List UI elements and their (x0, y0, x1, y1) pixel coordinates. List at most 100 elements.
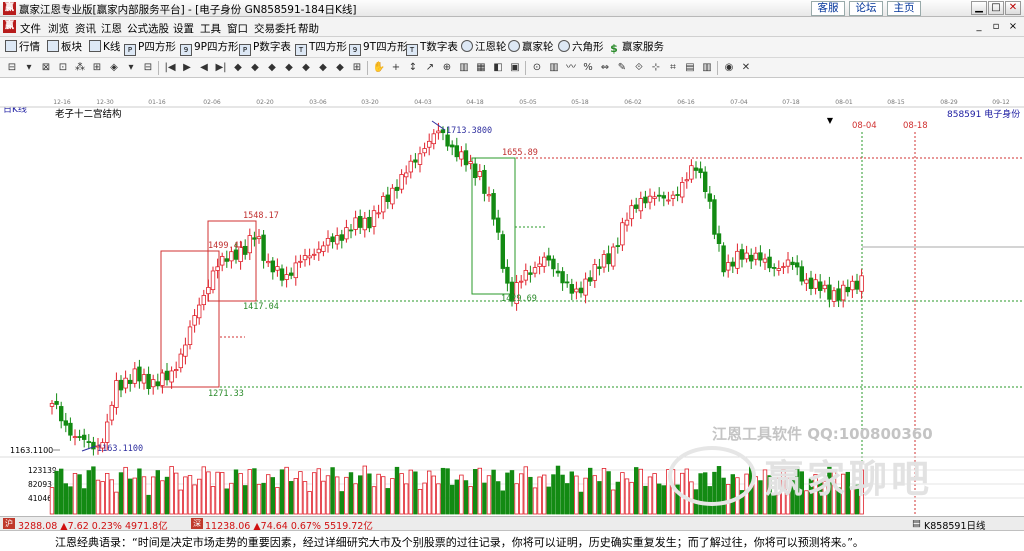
menu-window[interactable]: 窗口 (227, 21, 248, 36)
candle-body (417, 153, 423, 165)
draw-tool-14-icon[interactable]: ◆ (248, 61, 262, 75)
draw-tool-25-icon[interactable]: ⊕ (440, 61, 454, 75)
volume-bar (114, 491, 119, 515)
draw-tool-36-icon[interactable]: ⟐ (632, 61, 646, 75)
draw-tool-40-icon[interactable]: ▥ (700, 61, 714, 75)
toolbar-kline-button[interactable]: K线 (89, 40, 120, 55)
toolbar-sector-button[interactable]: 板块 (47, 40, 82, 55)
draw-tool-30-icon[interactable]: ⊙ (530, 61, 544, 75)
draw-tool-16-icon[interactable]: ◆ (282, 61, 296, 75)
draw-tool-34-icon[interactable]: ⇔ (598, 61, 612, 75)
menu-info[interactable]: 资讯 (75, 21, 96, 36)
mdi-minimize-button[interactable]: _ (971, 19, 987, 34)
draw-tool-8-icon[interactable]: ⊟ (141, 61, 155, 75)
draw-tool-27-icon[interactable]: ▦ (474, 61, 488, 75)
draw-tool-15-icon[interactable]: ◆ (265, 61, 279, 75)
draw-tool-6-icon[interactable]: ◈ (107, 61, 121, 75)
menu-file[interactable]: 文件 (20, 21, 41, 36)
toolbar-service-button[interactable]: $ 赢家服务 (608, 40, 664, 55)
menu-trade[interactable]: 交易委托 (254, 21, 296, 36)
volume-bar (146, 494, 151, 515)
candle-body (298, 260, 303, 263)
draw-tool-32-icon[interactable]: 〰 (564, 61, 578, 75)
forum-link[interactable]: 论坛 (849, 1, 883, 16)
draw-tool-26-icon[interactable]: ▥ (457, 61, 471, 75)
draw-tool-38-icon[interactable]: ⌗ (666, 61, 680, 75)
candle-body (293, 262, 298, 279)
volume-bar (95, 479, 101, 515)
draw-tool-12-icon[interactable]: ▶| (214, 61, 228, 75)
sh-index-icon: 沪 (3, 518, 15, 529)
draw-tool-23-icon[interactable]: ↕ (406, 61, 420, 75)
draw-tool-9-icon[interactable]: |◀ (163, 61, 177, 75)
volume-bar (91, 466, 96, 515)
toolbar-t-table-button[interactable]: T T数字表 (406, 40, 458, 56)
toolbar-gann-wheel-button[interactable]: 江恩轮 (461, 40, 507, 55)
volume-bar (537, 476, 542, 515)
draw-tool-17-icon[interactable]: ◆ (299, 61, 313, 75)
draw-tool-13-icon[interactable]: ◆ (231, 61, 245, 75)
minimize-button[interactable]: ▁ (971, 1, 987, 15)
draw-tool-39-icon[interactable]: ▤ (683, 61, 697, 75)
mdi-restore-button[interactable]: ▫ (988, 19, 1004, 34)
draw-tool-1-icon[interactable]: ▾ (22, 61, 36, 75)
draw-tool-28-icon[interactable]: ◧ (491, 61, 505, 75)
home-link[interactable]: 主页 (887, 1, 921, 16)
maximize-button[interactable]: □ (988, 1, 1004, 15)
volume-bar (436, 483, 441, 515)
date-tick: 03-20 (361, 99, 379, 106)
draw-tool-41-icon[interactable]: ◉ (722, 61, 736, 75)
toolbar-separator (367, 61, 368, 75)
draw-tool-33-icon[interactable]: % (581, 61, 595, 75)
toolbar-quotes-button[interactable]: 行情 (5, 40, 40, 55)
candle-body (486, 194, 492, 197)
draw-tool-20-icon[interactable]: ⊞ (350, 61, 364, 75)
draw-tool-11-icon[interactable]: ◀ (197, 61, 211, 75)
menu-settings[interactable]: 设置 (173, 21, 194, 36)
toolbar-p-square-button[interactable]: P P四方形 (124, 40, 176, 56)
date-tick: 06-02 (624, 99, 642, 106)
candle-body (68, 422, 73, 436)
volume-bar (307, 491, 312, 515)
volume-bar (500, 490, 505, 515)
draw-tool-3-icon[interactable]: ⊡ (56, 61, 70, 75)
toolbar-p-table-button[interactable]: P P数字表 (239, 40, 291, 56)
customer-service-link[interactable]: 客服 (811, 1, 845, 16)
toolbar-hexagon-button[interactable]: 六角形 (558, 40, 604, 55)
draw-tool-42-icon[interactable]: ✕ (739, 61, 753, 75)
draw-tool-10-icon[interactable]: ▶ (180, 61, 194, 75)
kline-icon (89, 40, 101, 52)
draw-tool-2-icon[interactable]: ⊠ (39, 61, 53, 75)
draw-tool-7-icon[interactable]: ▾ (124, 61, 138, 75)
close-button[interactable]: ✕ (1005, 1, 1021, 15)
draw-tool-35-icon[interactable]: ✎ (615, 61, 629, 75)
toolbar-t-square-button[interactable]: T T四方形 (295, 40, 347, 56)
candle-body (247, 235, 252, 254)
draw-tool-5-icon[interactable]: ⊞ (90, 61, 104, 75)
draw-tool-21-icon[interactable]: ✋ (372, 61, 386, 75)
menu-tools[interactable]: 工具 (200, 21, 221, 36)
toolbar-9t-square-button[interactable]: 9 9T四方形 (349, 40, 408, 56)
draw-tool-37-icon[interactable]: ⊹ (649, 61, 663, 75)
draw-tool-0-icon[interactable]: ⊟ (5, 61, 19, 75)
menu-browse[interactable]: 浏览 (48, 21, 69, 36)
candle-body (109, 404, 114, 421)
volume-bar (505, 472, 510, 515)
candle-body (192, 315, 197, 326)
draw-tool-22-icon[interactable]: + (389, 61, 403, 75)
draw-tool-4-icon[interactable]: ⁂ (73, 61, 87, 75)
mdi-close-button[interactable]: × (1005, 19, 1021, 34)
menu-gann[interactable]: 江恩 (101, 21, 122, 36)
draw-tool-31-icon[interactable]: ▥ (547, 61, 561, 75)
candle-body (325, 237, 331, 246)
draw-tool-18-icon[interactable]: ◆ (316, 61, 330, 75)
draw-tool-29-icon[interactable]: ▣ (508, 61, 522, 75)
draw-tool-24-icon[interactable]: ↗ (423, 61, 437, 75)
candle-body (707, 193, 712, 202)
toolbar-9p-square-button[interactable]: 9 9P四方形 (180, 40, 239, 56)
draw-tool-19-icon[interactable]: ◆ (333, 61, 347, 75)
menu-help[interactable]: 帮助 (298, 21, 319, 36)
candle-body (408, 160, 413, 173)
menu-formula-select[interactable]: 公式选股 (127, 21, 169, 36)
toolbar-winner-wheel-button[interactable]: 赢家轮 (508, 40, 554, 55)
